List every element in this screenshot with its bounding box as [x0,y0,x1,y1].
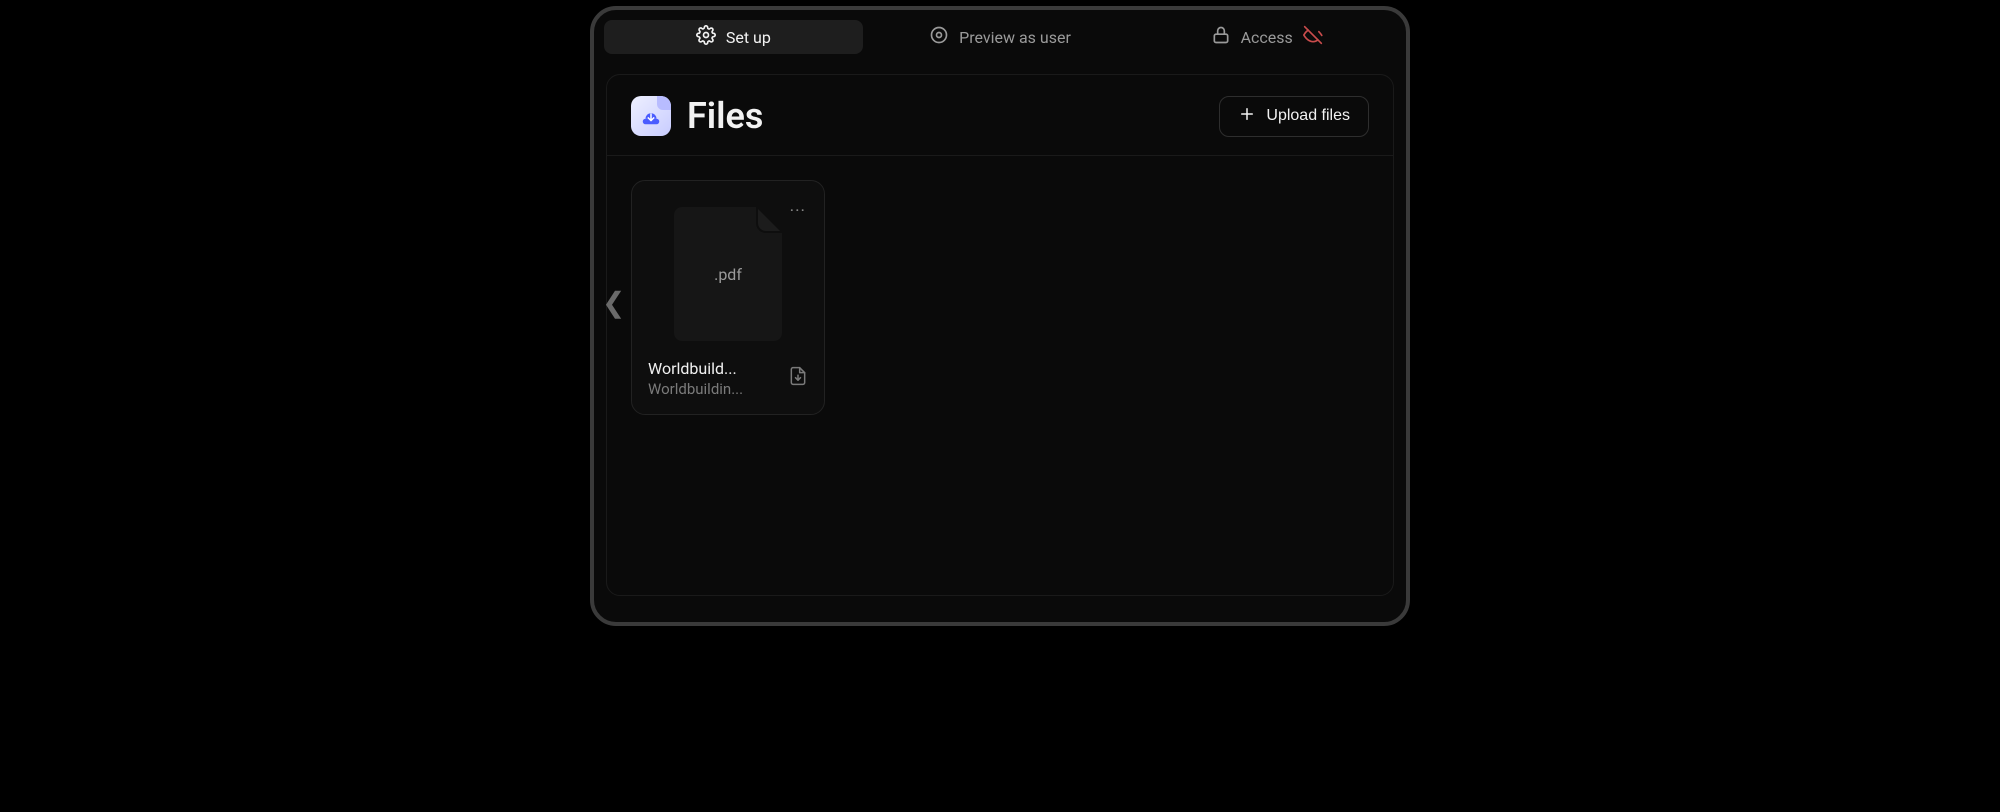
tab-access[interactable]: Access [1137,20,1396,54]
file-card-menu-icon[interactable]: ··· [790,201,806,221]
file-name: Worldbuild... [648,359,743,378]
files-panel: Files Upload files ❮ ··· .pdf [606,74,1394,596]
file-thumbnail: .pdf [674,207,782,341]
file-thumb-wrap: .pdf [648,197,808,359]
file-extension-label: .pdf [714,265,742,284]
file-card[interactable]: ··· .pdf Worldbuild... Worldbuildin... [631,180,825,415]
download-icon[interactable] [788,359,808,391]
tab-preview-label: Preview as user [959,28,1071,47]
lock-icon [1211,25,1231,49]
scroll-left-handle[interactable]: ❮ [602,286,625,319]
gear-icon [696,25,716,49]
app-window: Set up Preview as user Access [590,6,1410,626]
access-group: Access [1211,25,1323,49]
plus-icon [1238,105,1256,128]
tab-preview[interactable]: Preview as user [871,20,1130,54]
title-group: Files [631,95,763,137]
tabbar: Set up Preview as user Access [594,10,1406,62]
files-area: ❮ ··· .pdf Worldbuild... Worldbuildin... [607,156,1393,595]
file-footer: Worldbuild... Worldbuildin... [648,359,808,398]
eye-icon [929,25,949,49]
tab-setup[interactable]: Set up [604,20,863,54]
upload-files-button[interactable]: Upload files [1219,96,1369,137]
hidden-eye-icon [1303,25,1323,49]
files-app-icon [631,96,671,136]
panel-header: Files Upload files [607,75,1393,156]
tab-setup-label: Set up [726,28,771,47]
file-subtitle: Worldbuildin... [648,380,743,398]
upload-button-label: Upload files [1266,107,1350,125]
file-text: Worldbuild... Worldbuildin... [648,359,743,398]
tab-access-label: Access [1241,28,1293,47]
page-title: Files [687,95,763,137]
